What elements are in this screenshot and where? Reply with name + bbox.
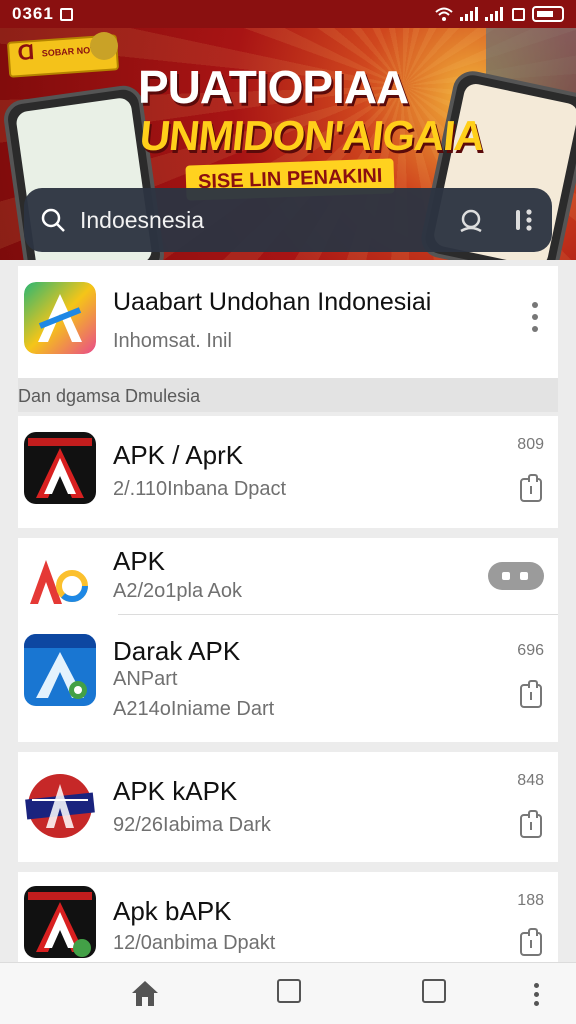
- app-size: 848: [517, 772, 544, 789]
- app-size: 696: [517, 642, 544, 659]
- signal-2-icon: [485, 7, 503, 21]
- toggle-switch[interactable]: [488, 562, 544, 590]
- divider: [118, 614, 558, 615]
- app-icon: [24, 432, 96, 504]
- download-icon[interactable]: [520, 810, 542, 838]
- app-subtitle: 92/26Iabima Dark: [113, 814, 271, 836]
- notification-icon: [59, 7, 73, 21]
- home-icon[interactable]: [130, 979, 160, 1007]
- featured-app-title: Uaabart Undohan Indonesiai: [113, 288, 432, 316]
- voice-search-icon[interactable]: [456, 205, 486, 235]
- app-title: APK / AprK: [113, 440, 244, 470]
- more-icon[interactable]: [534, 983, 540, 1010]
- menu-icon[interactable]: [514, 206, 536, 234]
- download-icon[interactable]: [520, 928, 542, 956]
- garuda-emblem-icon: [90, 32, 118, 60]
- download-icon[interactable]: [520, 474, 542, 502]
- app-icon: [24, 770, 96, 842]
- app-description: A214oIniame Dart: [113, 698, 275, 720]
- bottom-navigation: [0, 962, 576, 1024]
- status-time: 0361: [12, 4, 54, 23]
- app-icon: [24, 886, 96, 958]
- banner-headline: PUATIOPIAA: [138, 61, 409, 113]
- overview-icon[interactable]: [422, 979, 446, 1003]
- app-title: Darak APK: [113, 636, 241, 666]
- app-title: APK: [113, 546, 166, 576]
- badge-logo-icon: Ɑ: [16, 39, 36, 66]
- app-subtitle: 12/0anbima Dpakt: [113, 932, 276, 954]
- wifi-icon: [435, 7, 453, 21]
- app-size: 188: [517, 892, 544, 909]
- list-item[interactable]: Apk bAPK 12/0anbima Dpakt 188: [18, 872, 558, 962]
- list-item[interactable]: APK kAPK 92/26Iabima Dark 848: [18, 752, 558, 862]
- data-icon: [512, 7, 525, 21]
- app-subtitle: A2/2o1pla Aok: [113, 580, 242, 602]
- app-subtitle: 2/.110Inbana Dpact: [113, 478, 287, 500]
- download-icon[interactable]: [520, 680, 542, 708]
- search-icon: [41, 208, 65, 232]
- app-title: Apk bAPK: [113, 896, 232, 926]
- battery-icon: [532, 6, 564, 22]
- list-group: APK A2/2o1pla Aok Darak APK ANPart A214o…: [18, 538, 558, 742]
- app-title: APK kAPK: [113, 776, 238, 806]
- app-size: 809: [517, 436, 544, 453]
- search-input[interactable]: Indoesnesia: [80, 207, 204, 234]
- app-icon: [24, 634, 96, 706]
- signal-1-icon: [460, 7, 478, 21]
- featured-app-subtitle: Inhomsat. Inil: [113, 330, 232, 352]
- banner-subheadline: UNMIDON'AIGAIA: [137, 112, 487, 159]
- featured-app-icon: [24, 282, 96, 354]
- search-bar[interactable]: Indoesnesia: [24, 188, 552, 252]
- list-item[interactable]: APK / AprK 2/.110Inbana Dpact 809: [18, 416, 558, 528]
- recents-icon[interactable]: [277, 979, 301, 1003]
- overflow-menu-icon[interactable]: [532, 302, 538, 338]
- app-subtitle: ANPart: [113, 668, 178, 690]
- app-icon: [24, 546, 96, 618]
- status-bar: 0361: [0, 0, 576, 28]
- section-header: Dan dgamsa Dmulesia: [18, 378, 558, 412]
- featured-app-card[interactable]: Uaabart Undohan Indonesiai Inhomsat. Ini…: [18, 266, 558, 378]
